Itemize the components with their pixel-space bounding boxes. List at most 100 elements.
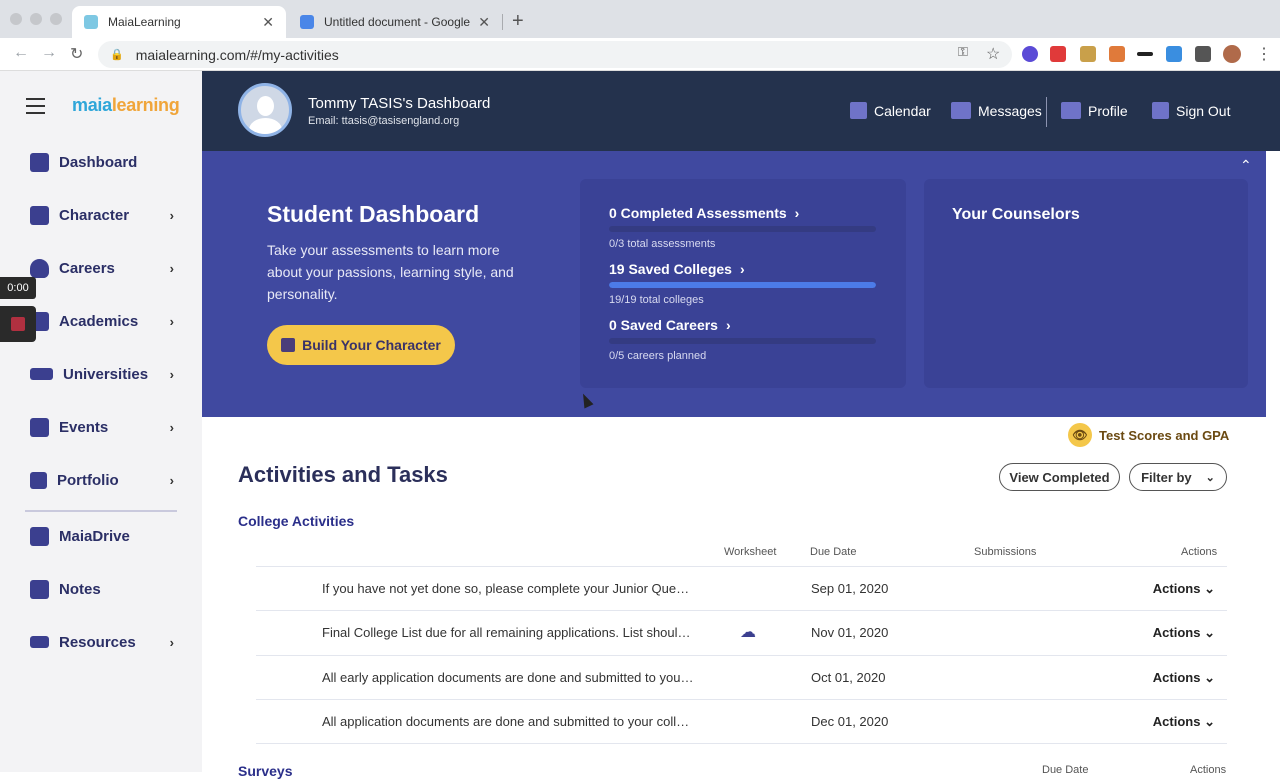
browser-toolbar: ← → ↻ 🔒 maialearning.com/#/my-activities…	[0, 38, 1280, 71]
calendar-link[interactable]: Calendar	[850, 102, 931, 119]
menu-dots-icon[interactable]: ⋮	[1256, 44, 1272, 64]
page-title: Activities and Tasks	[238, 462, 448, 487]
window-controls[interactable]	[10, 13, 62, 25]
filter-by-label: Filter by	[1141, 469, 1192, 485]
student-dashboard-panel: Student Dashboard Take your assessments …	[202, 151, 1266, 417]
browser-tab-google-docs[interactable]: Untitled document - Google Do ✕	[288, 6, 502, 38]
column-header-due-date[interactable]: Due Date	[810, 546, 856, 558]
build-character-button[interactable]: Build Your Character	[267, 325, 455, 365]
list-icon	[30, 636, 49, 648]
key-icon[interactable]: ⚿	[958, 44, 968, 60]
puzzle-icon[interactable]	[1195, 46, 1211, 62]
view-completed-button[interactable]: View Completed	[999, 463, 1120, 491]
stop-icon	[11, 317, 25, 331]
close-tab-icon[interactable]: ✕	[262, 14, 274, 31]
sidebar-item-dashboard[interactable]: Dashboard	[30, 147, 180, 177]
table-row[interactable]: All application documents are done and s…	[256, 699, 1227, 743]
bar-chart-icon	[30, 205, 49, 225]
sidebar: maialearning Dashboard Character › Career…	[0, 71, 202, 772]
sidebar-item-universities[interactable]: Universities ›	[30, 359, 180, 389]
test-scores-gpa-link[interactable]: 👁 Test Scores and GPA	[1068, 423, 1229, 447]
address-bar[interactable]: 🔒 maialearning.com/#/my-activities	[98, 41, 1012, 68]
profile-link[interactable]: Profile	[1061, 102, 1128, 119]
activity-text[interactable]: All application documents are done and s…	[322, 714, 694, 729]
inbox-drive-icon	[30, 526, 49, 546]
calendar-label: Calendar	[874, 102, 931, 119]
stop-recording-button[interactable]	[0, 306, 36, 342]
url-text: maialearning.com/#/my-activities	[135, 46, 339, 63]
reload-icon[interactable]: ↻	[70, 44, 83, 64]
sign-out-link[interactable]: Sign Out	[1152, 102, 1230, 119]
chevron-down-icon: ⌄	[1204, 714, 1215, 729]
column-header-worksheet: Worksheet	[724, 546, 777, 558]
colleges-progress-bar	[609, 282, 876, 288]
surveys-column-due-date: Due Date	[1042, 764, 1089, 776]
chevron-right-icon: ›	[169, 260, 174, 276]
activity-text[interactable]: If you have not yet done so, please comp…	[322, 581, 694, 596]
sidebar-item-resources[interactable]: Resources ›	[30, 627, 180, 657]
sidebar-item-label: Academics	[59, 312, 139, 330]
close-tab-icon[interactable]: ✕	[478, 14, 490, 31]
test-scores-label: Test Scores and GPA	[1099, 427, 1230, 443]
star-icon[interactable]: ☆	[986, 44, 1000, 64]
due-date: Oct 01, 2020	[811, 670, 886, 685]
sidebar-item-notes[interactable]: Notes	[30, 574, 180, 604]
actions-dropdown[interactable]: Actions ⌄	[1153, 670, 1215, 686]
sidebar-item-label: Portfolio	[57, 471, 119, 489]
profile-avatar-icon[interactable]	[1223, 45, 1241, 63]
sidebar-item-portfolio[interactable]: Portfolio ›	[30, 465, 180, 495]
filter-by-dropdown[interactable]: Filter by ⌄	[1129, 463, 1227, 491]
calendar-icon	[850, 102, 867, 119]
build-character-label: Build Your Character	[302, 337, 441, 353]
extension-icon[interactable]	[1137, 52, 1153, 56]
extension-icon[interactable]	[1166, 46, 1182, 62]
extension-icon[interactable]	[1080, 46, 1096, 62]
maialearning-logo[interactable]: maialearning	[72, 95, 180, 116]
collapse-chevron-up-icon[interactable]: ⌃	[1240, 157, 1252, 174]
sidebar-item-academics[interactable]: Academics ›	[30, 306, 180, 336]
sidebar-item-maiadrive[interactable]: MaiaDrive	[30, 521, 180, 551]
messages-label: Messages	[978, 102, 1042, 119]
activity-text[interactable]: Final College List due for all remaining…	[322, 625, 694, 640]
actions-label: Actions	[1152, 625, 1201, 640]
profile-card-icon	[1061, 102, 1081, 119]
table-row[interactable]: If you have not yet done so, please comp…	[256, 566, 1227, 610]
avatar[interactable]	[238, 83, 292, 137]
user-email: Email: ttasis@tasisengland.org	[308, 115, 460, 127]
saved-colleges-link[interactable]: 19 Saved Colleges ›	[609, 261, 745, 277]
actions-dropdown[interactable]: Actions ⌄	[1153, 625, 1215, 641]
extension-icon[interactable]	[1109, 46, 1125, 62]
due-date: Nov 01, 2020	[811, 625, 889, 640]
eye-icon: 👁	[1068, 423, 1092, 447]
dashboard-header: Tommy TASIS's Dashboard Email: ttasis@ta…	[202, 71, 1280, 151]
chevron-right-icon: ›	[794, 205, 800, 221]
table-row[interactable]: All early application documents are done…	[256, 655, 1227, 699]
sidebar-item-careers[interactable]: Careers ›	[30, 253, 180, 283]
new-tab-icon[interactable]: +	[512, 10, 524, 33]
chevron-right-icon: ›	[169, 419, 174, 435]
cloud-download-icon[interactable]: ☁	[740, 622, 756, 642]
forward-icon[interactable]: →	[41, 44, 57, 62]
user-dashboard-title: Tommy TASIS's Dashboard	[308, 95, 491, 112]
hamburger-menu-icon[interactable]	[26, 98, 45, 119]
browser-tab-maialearning[interactable]: MaiaLearning ✕	[72, 6, 286, 38]
scrollbar[interactable]	[1266, 151, 1280, 772]
sidebar-item-events[interactable]: Events ›	[30, 412, 180, 442]
extension-icon[interactable]	[1022, 46, 1038, 62]
actions-dropdown[interactable]: Actions ⌄	[1153, 714, 1215, 730]
hero-title: Student Dashboard	[267, 201, 480, 227]
activity-text[interactable]: All early application documents are done…	[322, 670, 694, 685]
sign-out-label: Sign Out	[1176, 102, 1231, 119]
table-row[interactable]: Final College List due for all remaining…	[256, 610, 1227, 654]
completed-assessments-link[interactable]: 0 Completed Assessments ›	[609, 205, 799, 221]
messages-link[interactable]: Messages	[951, 102, 1042, 119]
sidebar-item-character[interactable]: Character ›	[30, 200, 180, 230]
sidebar-item-label: Notes	[59, 580, 101, 598]
actions-label: Actions	[1152, 714, 1201, 729]
saved-careers-link[interactable]: 0 Saved Careers ›	[609, 317, 731, 333]
actions-label: Actions	[1152, 670, 1201, 685]
assessments-progress-bar	[609, 226, 876, 232]
back-icon[interactable]: ←	[13, 44, 29, 62]
actions-dropdown[interactable]: Actions ⌄	[1153, 581, 1215, 597]
extension-icon[interactable]	[1050, 46, 1066, 62]
